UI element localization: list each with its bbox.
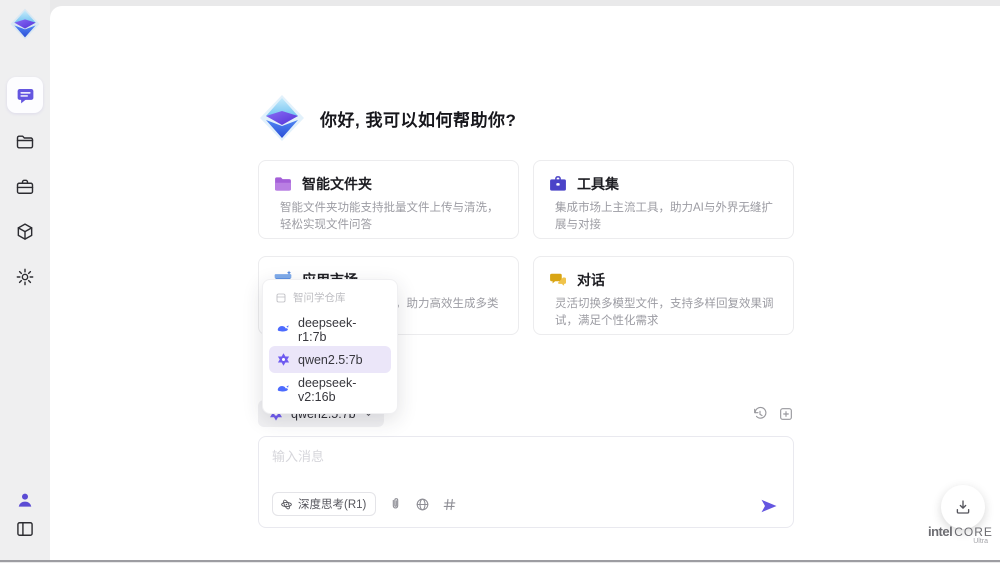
app-logo-diamond-icon: [10, 8, 40, 40]
sidebar-item-chat[interactable]: [7, 77, 43, 113]
app-window: 你好, 我可以如何帮助你? 智能文件夹 智能文件夹功能支持批量文件上传与清洗，轻…: [0, 0, 1000, 563]
model-dropdown: 智问学仓库 deepseek-r1:7b qwen2.5:7b deepseek…: [262, 279, 398, 414]
deepseek-whale-icon: [277, 325, 289, 332]
sidebar-item-panel-toggle[interactable]: [7, 511, 43, 547]
intel-wordmark: intel: [928, 524, 953, 539]
history-icon[interactable]: [752, 406, 768, 422]
card-title: 智能文件夹: [302, 176, 372, 192]
globe-icon[interactable]: [415, 497, 430, 512]
grid-icon[interactable]: [442, 497, 457, 512]
composer: 深度思考(R1): [258, 436, 794, 528]
dialog-bubbles-icon: [550, 273, 566, 286]
card-description: 智能文件夹功能支持批量文件上传与清洗，轻松实现文件问答: [280, 202, 499, 231]
briefcase-icon: [16, 179, 34, 194]
bottom-divider: [0, 560, 1000, 562]
core-wordmark: core: [954, 525, 993, 539]
model-dropdown-header: 智问学仓库: [269, 288, 391, 313]
cube-icon: [17, 223, 33, 240]
message-input[interactable]: [272, 446, 772, 484]
page-title: 你好, 我可以如何帮助你?: [320, 110, 517, 130]
model-option-deepseek-v2[interactable]: deepseek-v2:16b: [269, 375, 391, 404]
deepseek-whale-icon: [277, 385, 289, 392]
chat-bubble-icon: [17, 88, 33, 103]
toolset-briefcase-icon: [550, 176, 566, 191]
session-tools: [752, 406, 794, 422]
sidebar-item-toolbox[interactable]: [7, 169, 43, 205]
card-toolset[interactable]: 工具集 集成市场上主流工具，助力AI与外界无缝扩展与对接: [533, 160, 794, 239]
atom-icon: [281, 499, 292, 509]
model-option-label: deepseek-r1:7b: [298, 315, 357, 344]
greeting: 你好, 我可以如何帮助你?: [258, 94, 516, 142]
download-button[interactable]: [941, 485, 985, 529]
folder-icon: [16, 135, 34, 149]
model-option-qwen[interactable]: qwen2.5:7b: [269, 346, 391, 373]
card-smart-folder[interactable]: 智能文件夹 智能文件夹功能支持批量文件上传与清洗，轻松实现文件问答: [258, 160, 519, 239]
smart-folder-icon: [275, 177, 291, 191]
model-option-deepseek-r1[interactable]: deepseek-r1:7b: [269, 315, 391, 344]
sidebar-item-models[interactable]: [7, 214, 43, 250]
model-option-label: qwen2.5:7b: [298, 352, 363, 367]
card-description: 灵活切换多模型文件，支持多样回复效果调试，满足个性化需求: [555, 298, 774, 327]
ultra-wordmark: Ultra: [973, 538, 988, 545]
qwen-logo-icon: [277, 353, 290, 366]
app-logo-diamond-icon: [260, 95, 304, 141]
layout-panel-icon: [17, 522, 33, 536]
gear-icon: [16, 268, 34, 286]
intel-core-badge: intel core Ultra: [928, 524, 992, 545]
model-dropdown-header-label: 智问学仓库: [293, 292, 346, 304]
card-description: 集成市场上主流工具，助力AI与外界无缝扩展与对接: [555, 202, 773, 231]
deep-think-toggle[interactable]: 深度思考(R1): [272, 492, 377, 516]
card-dialog[interactable]: 对话 灵活切换多模型文件，支持多样回复效果调试，满足个性化需求: [533, 256, 794, 335]
repo-icon: [276, 293, 286, 302]
user-icon: [18, 493, 32, 507]
composer-toolbar: 深度思考(R1): [272, 492, 457, 516]
deep-think-label: 深度思考(R1): [298, 499, 367, 511]
sidebar-item-folders[interactable]: [7, 124, 43, 160]
send-icon[interactable]: [759, 496, 779, 516]
new-chat-icon[interactable]: [778, 406, 794, 422]
card-title: 对话: [577, 272, 605, 288]
attachment-icon[interactable]: [388, 497, 403, 512]
card-title: 工具集: [577, 176, 619, 192]
sidebar: [0, 0, 50, 560]
download-icon: [956, 500, 970, 514]
model-option-label: deepseek-v2:16b: [298, 375, 357, 404]
sidebar-item-settings[interactable]: [7, 259, 43, 295]
